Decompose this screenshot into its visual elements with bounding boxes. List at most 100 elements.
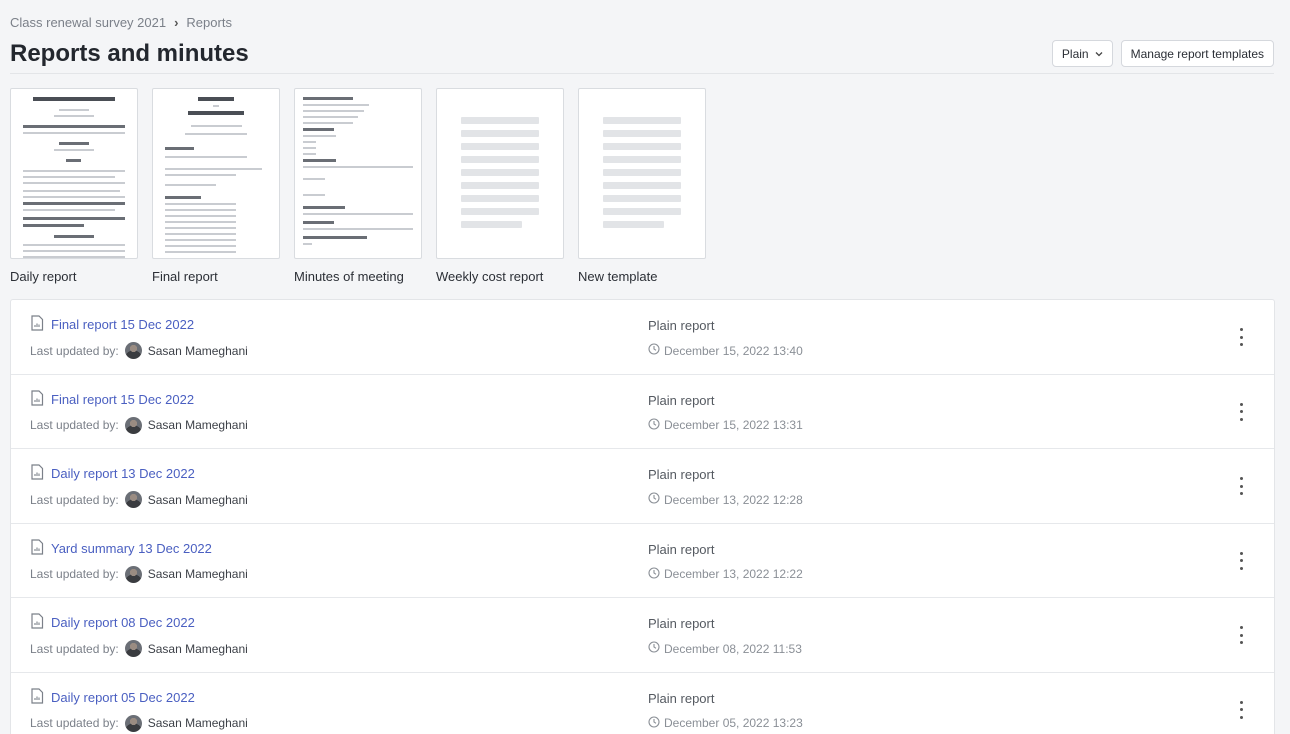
report-row: Daily report 08 Dec 2022 Last updated by… <box>11 598 1274 673</box>
report-meta: Last updated by: Sasan Mameghani <box>30 640 248 657</box>
header-divider <box>10 73 1274 74</box>
page-title: Reports and minutes <box>10 40 249 67</box>
document-icon <box>30 389 44 409</box>
report-title: Final report 15 Dec 2022 <box>51 317 195 332</box>
report-type: Plain report <box>648 318 715 333</box>
view-mode-label: Plain <box>1061 46 1089 61</box>
clock-icon <box>648 641 660 656</box>
report-date-text: December 13, 2022 12:22 <box>664 567 803 581</box>
clock-icon <box>648 343 660 358</box>
avatar <box>124 640 142 657</box>
document-icon <box>30 538 44 558</box>
more-options-icon[interactable] <box>1236 551 1246 570</box>
view-mode-dropdown[interactable]: Plain <box>1051 40 1113 67</box>
report-date: December 08, 2022 11:53 <box>648 641 802 656</box>
report-row: Final report 15 Dec 2022 Last updated by… <box>11 300 1274 375</box>
report-title-link[interactable]: Daily report 13 Dec 2022 <box>30 464 195 483</box>
template-card-weekly-cost-report[interactable]: Weekly cost report <box>436 88 564 284</box>
report-title: Daily report 13 Dec 2022 <box>51 466 195 481</box>
report-date-text: December 15, 2022 13:40 <box>664 343 803 358</box>
report-date: December 13, 2022 12:22 <box>648 566 803 582</box>
report-title: Daily report 08 Dec 2022 <box>51 615 195 630</box>
report-title-link[interactable]: Final report 15 Dec 2022 <box>30 389 195 409</box>
report-title-link[interactable]: Daily report 05 Dec 2022 <box>30 687 195 707</box>
template-card-daily-report[interactable]: Daily report <box>10 88 138 284</box>
user-name: Sasan Mameghani <box>147 567 248 581</box>
report-meta: Last updated by: Sasan Mameghani <box>30 565 248 583</box>
last-updated-label: Last updated by: <box>30 716 119 730</box>
clock-icon <box>648 417 660 433</box>
more-options-icon[interactable] <box>1236 626 1246 644</box>
report-date: December 13, 2022 12:28 <box>648 492 803 507</box>
last-updated-label: Last updated by: <box>30 343 119 358</box>
report-row: Daily report 13 Dec 2022 Last updated by… <box>11 449 1274 524</box>
report-meta: Last updated by: Sasan Mameghani <box>30 491 248 508</box>
template-card-final-report[interactable]: Final report <box>152 88 280 284</box>
report-date-text: December 13, 2022 12:28 <box>664 492 803 507</box>
header-actions: Plain Manage report templates <box>1051 40 1274 67</box>
clock-icon <box>648 492 660 507</box>
breadcrumb-current: Reports <box>186 15 232 30</box>
chevron-down-icon <box>1095 49 1103 59</box>
user-name: Sasan Mameghani <box>147 343 248 358</box>
clock-icon <box>648 715 660 731</box>
report-date: December 15, 2022 13:40 <box>648 343 803 358</box>
report-date-text: December 08, 2022 11:53 <box>664 641 802 656</box>
report-row: Final report 15 Dec 2022 Last updated by… <box>11 375 1274 449</box>
report-type: Plain report <box>648 690 715 706</box>
document-icon <box>30 687 44 707</box>
document-icon <box>30 613 44 632</box>
report-title: Daily report 05 Dec 2022 <box>51 689 195 705</box>
last-updated-label: Last updated by: <box>30 492 119 507</box>
report-type: Plain report <box>648 467 715 482</box>
template-thumbnail <box>10 88 138 259</box>
user-name: Sasan Mameghani <box>147 492 248 507</box>
report-row: Yard summary 13 Dec 2022 Last updated by… <box>11 524 1274 598</box>
template-label: Final report <box>152 269 218 284</box>
user-name: Sasan Mameghani <box>147 418 248 432</box>
template-label: New template <box>578 269 658 284</box>
template-card-minutes-of-meeting[interactable]: Minutes of meeting <box>294 88 422 284</box>
breadcrumb: Class renewal survey 2021 › Reports <box>10 15 232 30</box>
report-list: Final report 15 Dec 2022 Last updated by… <box>10 299 1275 734</box>
user-name: Sasan Mameghani <box>147 641 248 656</box>
report-date-text: December 05, 2022 13:23 <box>664 716 803 730</box>
template-thumbnail <box>436 88 564 259</box>
manage-report-templates-button[interactable]: Manage report templates <box>1120 40 1274 67</box>
report-date: December 15, 2022 13:31 <box>648 417 803 433</box>
report-date: December 05, 2022 13:23 <box>648 715 803 731</box>
template-label: Weekly cost report <box>436 269 544 284</box>
report-meta: Last updated by: Sasan Mameghani <box>30 714 248 732</box>
report-title: Yard summary 13 Dec 2022 <box>51 540 212 556</box>
report-title: Final report 15 Dec 2022 <box>51 391 195 407</box>
document-icon <box>30 315 44 334</box>
last-updated-label: Last updated by: <box>30 641 119 656</box>
report-type: Plain report <box>648 392 715 408</box>
template-card-new-template[interactable]: New template <box>578 88 706 284</box>
more-options-icon[interactable] <box>1236 328 1246 346</box>
report-title-link[interactable]: Final report 15 Dec 2022 <box>30 315 194 334</box>
user-name: Sasan Mameghani <box>147 716 248 730</box>
template-thumbnail <box>578 88 706 259</box>
chevron-right-icon: › <box>174 15 179 30</box>
more-options-icon[interactable] <box>1236 477 1246 495</box>
clock-icon <box>648 566 660 582</box>
breadcrumb-project-link[interactable]: Class renewal survey 2021 <box>10 15 166 30</box>
template-thumbnail <box>294 88 422 259</box>
report-meta: Last updated by: Sasan Mameghani <box>30 416 248 434</box>
avatar <box>124 565 142 583</box>
avatar <box>124 491 142 508</box>
more-options-icon[interactable] <box>1236 700 1246 719</box>
template-thumbnail <box>152 88 280 259</box>
report-meta: Last updated by: Sasan Mameghani <box>30 342 248 359</box>
avatar <box>124 714 142 732</box>
report-type: Plain report <box>648 541 715 557</box>
report-date-text: December 15, 2022 13:31 <box>664 418 803 432</box>
template-label: Minutes of meeting <box>294 269 404 284</box>
more-options-icon[interactable] <box>1236 402 1246 421</box>
last-updated-label: Last updated by: <box>30 418 119 432</box>
report-title-link[interactable]: Yard summary 13 Dec 2022 <box>30 538 212 558</box>
report-row: Daily report 05 Dec 2022 Last updated by… <box>11 673 1274 734</box>
template-label: Daily report <box>10 269 77 284</box>
report-title-link[interactable]: Daily report 08 Dec 2022 <box>30 613 195 632</box>
